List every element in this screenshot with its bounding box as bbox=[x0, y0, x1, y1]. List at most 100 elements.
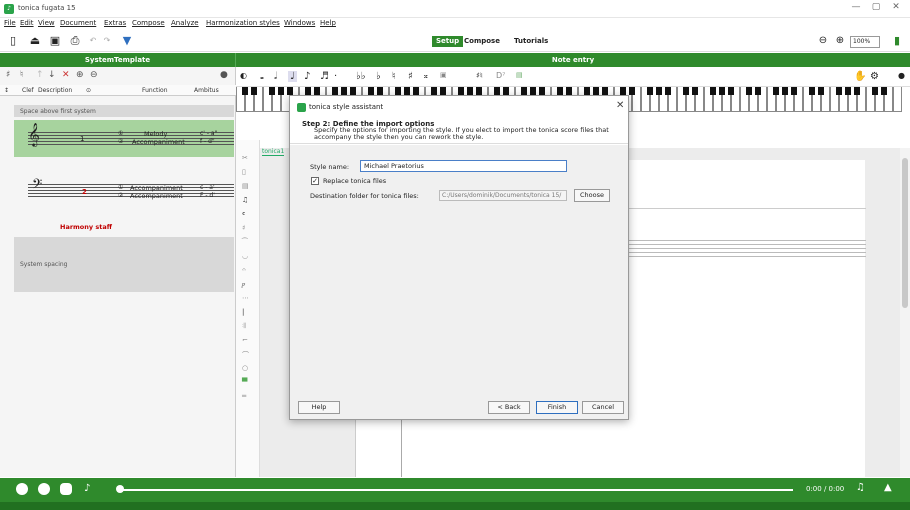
sharp-icon[interactable]: ♯ bbox=[408, 71, 413, 82]
playback-slider[interactable] bbox=[118, 489, 793, 491]
print-icon[interactable]: ⎙ bbox=[68, 34, 82, 48]
add-voice-icon[interactable]: ♮ bbox=[20, 70, 23, 80]
half-note-icon[interactable]: 𝅗𝅥 bbox=[274, 71, 277, 82]
quarter-note-icon[interactable]: ♩ bbox=[288, 71, 297, 82]
rest-icon[interactable]: ▣ bbox=[440, 71, 447, 79]
menu-extras[interactable]: Extras bbox=[104, 19, 126, 27]
minimize-button[interactable]: — bbox=[848, 2, 864, 12]
destination-input[interactable]: C:/Users/dominik/Documents/tonica 15/ bbox=[439, 190, 567, 201]
info-icon[interactable]: ● bbox=[898, 71, 905, 80]
staff-row[interactable]: 𝄢 2 ① ② Accompaniment Accompaniment c - … bbox=[14, 162, 234, 207]
open-folder-icon[interactable]: ⏏ bbox=[28, 34, 42, 48]
double-sharp-icon[interactable]: 𝄪 bbox=[424, 71, 428, 81]
new-file-icon[interactable]: ▯ bbox=[6, 34, 20, 48]
menu-view[interactable]: View bbox=[38, 19, 55, 27]
redo-icon[interactable]: ↷ bbox=[100, 34, 114, 48]
vertical-scrollbar[interactable] bbox=[900, 148, 910, 477]
layer-icon[interactable]: ▤ bbox=[516, 71, 523, 79]
menu-analyze[interactable]: Analyze bbox=[171, 19, 199, 27]
menu-file[interactable]: File bbox=[4, 19, 16, 27]
cancel-button[interactable]: Cancel bbox=[582, 401, 624, 414]
eighth-note-icon[interactable]: ♪ bbox=[304, 71, 310, 82]
zoom-select[interactable]: 100% bbox=[850, 36, 880, 48]
time-signature-icon[interactable]: 𝄴 bbox=[242, 210, 245, 219]
copy-icon[interactable]: ▯ bbox=[242, 168, 246, 176]
staff-row[interactable]: 𝄞 1 ① ② Melody Accompaniment c' - a" f -… bbox=[14, 120, 234, 157]
panel-toggle-icon[interactable]: ▮ bbox=[890, 34, 904, 48]
scrollbar-thumb[interactable] bbox=[902, 158, 908, 308]
menu-harmonization-styles[interactable]: Harmonization styles bbox=[206, 19, 280, 27]
whole-note-icon[interactable]: 𝅝 bbox=[260, 71, 264, 82]
natural-icon[interactable]: ♮ bbox=[392, 71, 396, 82]
add-staff-icon[interactable]: ♯ bbox=[6, 70, 10, 80]
move-down-icon[interactable]: ↓ bbox=[48, 70, 56, 80]
lyric-icon[interactable]: ⋯ bbox=[242, 294, 249, 302]
text-icon[interactable]: ⌒ bbox=[242, 350, 249, 360]
zoom-out-icon[interactable]: ⊖ bbox=[816, 34, 830, 48]
toggle-icon[interactable]: ◐ bbox=[240, 71, 247, 80]
tuplet-icon[interactable]: ♫ bbox=[242, 196, 248, 204]
replace-files-checkbox[interactable]: ✓ bbox=[311, 177, 319, 185]
zoom-out-staff-icon[interactable]: ⊖ bbox=[90, 70, 98, 80]
finish-button[interactable]: Finish bbox=[536, 401, 578, 414]
tab-score[interactable]: tonica1 bbox=[262, 148, 285, 156]
close-button[interactable]: ✕ bbox=[888, 2, 904, 12]
harmony-staff-label[interactable]: Harmony staff bbox=[60, 223, 112, 231]
export-icon[interactable]: ▼ bbox=[120, 34, 134, 48]
function-accompaniment: Accompaniment bbox=[130, 184, 183, 192]
menu-edit[interactable]: Edit bbox=[20, 19, 34, 27]
tab-setup[interactable]: Setup bbox=[432, 36, 464, 47]
move-up-icon[interactable]: ↑ bbox=[36, 70, 44, 80]
choose-button[interactable]: Choose bbox=[574, 189, 610, 202]
cut-icon[interactable]: ✂ bbox=[242, 154, 248, 162]
menu-document[interactable]: Document bbox=[60, 19, 96, 27]
delete-icon[interactable]: ✕ bbox=[62, 70, 70, 80]
undo-icon[interactable]: ↶ bbox=[86, 34, 100, 48]
menu-help[interactable]: Help bbox=[320, 19, 336, 27]
barline-icon[interactable]: | bbox=[242, 308, 244, 316]
chord-icon[interactable]: D⁷ bbox=[496, 71, 505, 80]
play-icon[interactable] bbox=[38, 483, 50, 495]
hand-icon[interactable]: ✋ bbox=[854, 71, 866, 82]
dot-icon[interactable]: · bbox=[334, 71, 337, 82]
tie-icon[interactable]: ⁀ bbox=[242, 238, 248, 246]
more-icon[interactable]: ═ bbox=[242, 392, 246, 400]
double-flat-icon[interactable]: ♭♭ bbox=[356, 71, 365, 82]
key-signature-icon[interactable]: ♯ bbox=[242, 224, 245, 232]
space-above-row[interactable]: Space above first system bbox=[14, 105, 234, 117]
fermata-icon[interactable]: 𝄐 bbox=[242, 266, 246, 275]
menu-compose[interactable]: Compose bbox=[132, 19, 165, 27]
info-icon[interactable]: ● bbox=[220, 70, 228, 80]
tab-compose[interactable]: Compose bbox=[460, 36, 504, 47]
help-button[interactable]: Help bbox=[298, 401, 340, 414]
repeat-icon[interactable]: 𝄇 bbox=[242, 322, 245, 331]
paste-icon[interactable]: ▤ bbox=[242, 182, 249, 190]
sixteenth-note-icon[interactable]: ♬ bbox=[320, 71, 329, 82]
maximize-button[interactable]: ▢ bbox=[868, 2, 884, 12]
ending-icon[interactable]: ⌐ bbox=[242, 336, 248, 344]
color-icon[interactable]: ▀ bbox=[242, 378, 247, 386]
dynamics-icon[interactable]: 𝆏 bbox=[242, 280, 246, 289]
circle-icon[interactable]: ○ bbox=[242, 364, 248, 372]
zoom-in-icon[interactable]: ⊕ bbox=[833, 34, 847, 48]
save-icon[interactable]: ▣ bbox=[48, 34, 62, 48]
metronome-icon[interactable]: ▲ bbox=[884, 482, 892, 493]
transpose-icon[interactable]: ♯♮ bbox=[476, 71, 483, 80]
flat-icon[interactable]: ♭ bbox=[376, 71, 381, 82]
style-name-input[interactable]: Michael Praetorius bbox=[360, 160, 567, 172]
speaker-icon[interactable]: ♪ bbox=[84, 483, 90, 494]
slur-icon[interactable]: ◡ bbox=[242, 252, 248, 260]
dialog-close-icon[interactable]: ✕ bbox=[616, 100, 624, 111]
stop-icon[interactable] bbox=[16, 483, 28, 495]
instrument-icon[interactable]: ♫ bbox=[856, 482, 865, 493]
collapse-icon[interactable]: ↕ bbox=[4, 87, 9, 94]
zoom-in-staff-icon[interactable]: ⊕ bbox=[76, 70, 84, 80]
gear-icon[interactable]: ⚙ bbox=[870, 71, 879, 82]
system-template-panel: ♯ ♮ ↑ ↓ ✕ ⊕ ⊖ ● ↕ Clef Description ⊙ Fun… bbox=[0, 67, 236, 477]
slider-handle[interactable] bbox=[116, 485, 124, 493]
back-button[interactable]: < Back bbox=[488, 401, 530, 414]
menu-windows[interactable]: Windows bbox=[284, 19, 315, 27]
system-spacing-row[interactable]: System spacing bbox=[14, 237, 234, 292]
tab-tutorials[interactable]: Tutorials bbox=[510, 36, 552, 47]
record-icon[interactable] bbox=[60, 483, 72, 495]
